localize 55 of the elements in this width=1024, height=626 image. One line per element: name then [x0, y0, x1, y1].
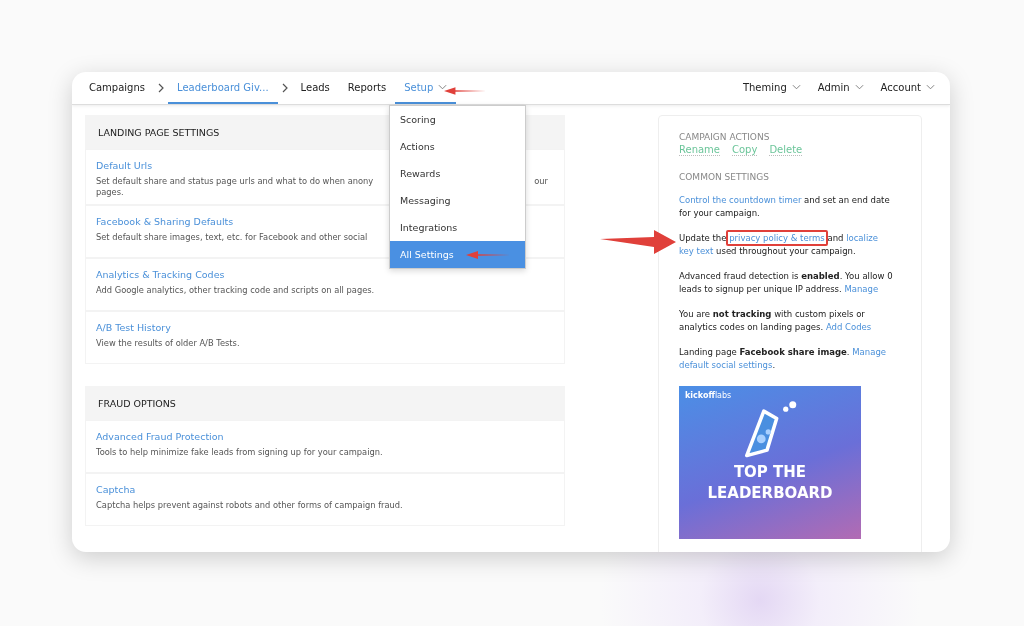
settings-link[interactable]: A/B Test History [96, 322, 171, 333]
image-headline: TOP THE [733, 462, 807, 483]
panel-heading: COMMON SETTINGS [679, 172, 770, 182]
row-description: pages. [96, 187, 124, 197]
chevron-down-icon [854, 84, 864, 90]
settings-link[interactable]: Default Urls [96, 160, 153, 171]
section-title: LANDING PAGE SETTINGS [98, 126, 220, 138]
row-description: our [534, 176, 548, 186]
inline-link[interactable]: Manage [844, 284, 879, 294]
nav-menu[interactable]: Theming [732, 72, 808, 104]
row-description: Captcha helps prevent against robots and other forms of campaign fraud. [96, 500, 403, 510]
nav-tab[interactable]: Reports [338, 72, 396, 104]
chevron-right-icon [281, 83, 288, 93]
row-description: Tools to help minimize fake leads from signing up for your campaign. [96, 447, 383, 457]
nav-menu[interactable]: Admin [807, 72, 871, 104]
menu-item[interactable]: Rewards [390, 160, 525, 187]
action-link[interactable]: Delete [769, 144, 803, 156]
row-description: Add Google analytics, other tracking code and scripts on all pages. [96, 285, 375, 295]
settings-summary: Advanced fraud detection is enabled. You allow 0 leads to signup per unique IP address. Manage [679, 270, 894, 296]
section-title: FRAUD OPTIONS [98, 397, 176, 409]
settings-summary: Landing page Facebook share image. Manage default social settings. [679, 346, 888, 372]
nav-tab[interactable]: Leaderboard Giv... [168, 72, 278, 104]
brand-logo: kickofflabs [685, 391, 732, 400]
inline-link[interactable]: Manage [852, 347, 887, 357]
settings-summary: You are not tracking with custom pixels or analytics codes on landing pages. Add Codes [679, 308, 873, 334]
menu-item[interactable]: All Settings [390, 241, 525, 268]
nav-tab[interactable]: Campaigns [80, 72, 154, 104]
settings-summary: Control the countdown timer and set an end date for your campaign. [679, 194, 891, 220]
inline-link[interactable]: privacy policy & terms [729, 233, 825, 243]
settings-link[interactable]: Captcha [96, 484, 136, 495]
chevron-down-icon [926, 84, 935, 90]
row-description: Set default share and status page urls and what to do when anony [96, 176, 374, 186]
settings-link[interactable]: Advanced Fraud Protection [96, 431, 224, 442]
row-description: View the results of older A/B Tests. [96, 338, 240, 348]
menu-item[interactable]: Actions [390, 133, 525, 160]
row-description: Set default share images, text, etc. for Facebook and other social [96, 232, 368, 242]
chevron-right-icon [158, 83, 164, 93]
settings-summary: Update the privacy policy & terms and localize key text used throughout your campaign. [679, 232, 901, 258]
panel-heading: CAMPAIGN ACTIONS [679, 132, 771, 142]
inline-link[interactable]: Control the countdown timer [679, 195, 802, 205]
inline-link[interactable]: key text [679, 246, 714, 256]
settings-link[interactable]: Facebook & Sharing Defaults [96, 216, 234, 227]
action-link[interactable]: Copy [732, 144, 758, 156]
chevron-down-icon [438, 84, 448, 90]
nav-tab[interactable]: Leads [291, 72, 339, 104]
settings-link[interactable]: Analytics & Tracking Codes [96, 269, 225, 280]
menu-item[interactable]: Messaging [390, 187, 525, 214]
inline-link[interactable]: Add Codes [825, 322, 872, 332]
image-headline: LEADERBOARD [707, 483, 833, 504]
action-link[interactable]: Rename [679, 144, 720, 156]
menu-item[interactable]: Scoring [390, 106, 525, 133]
chevron-down-icon [791, 84, 801, 90]
inline-link[interactable]: localize [846, 233, 878, 243]
menu-item[interactable]: Integrations [390, 214, 525, 241]
nav-menu[interactable]: Account [870, 72, 942, 104]
